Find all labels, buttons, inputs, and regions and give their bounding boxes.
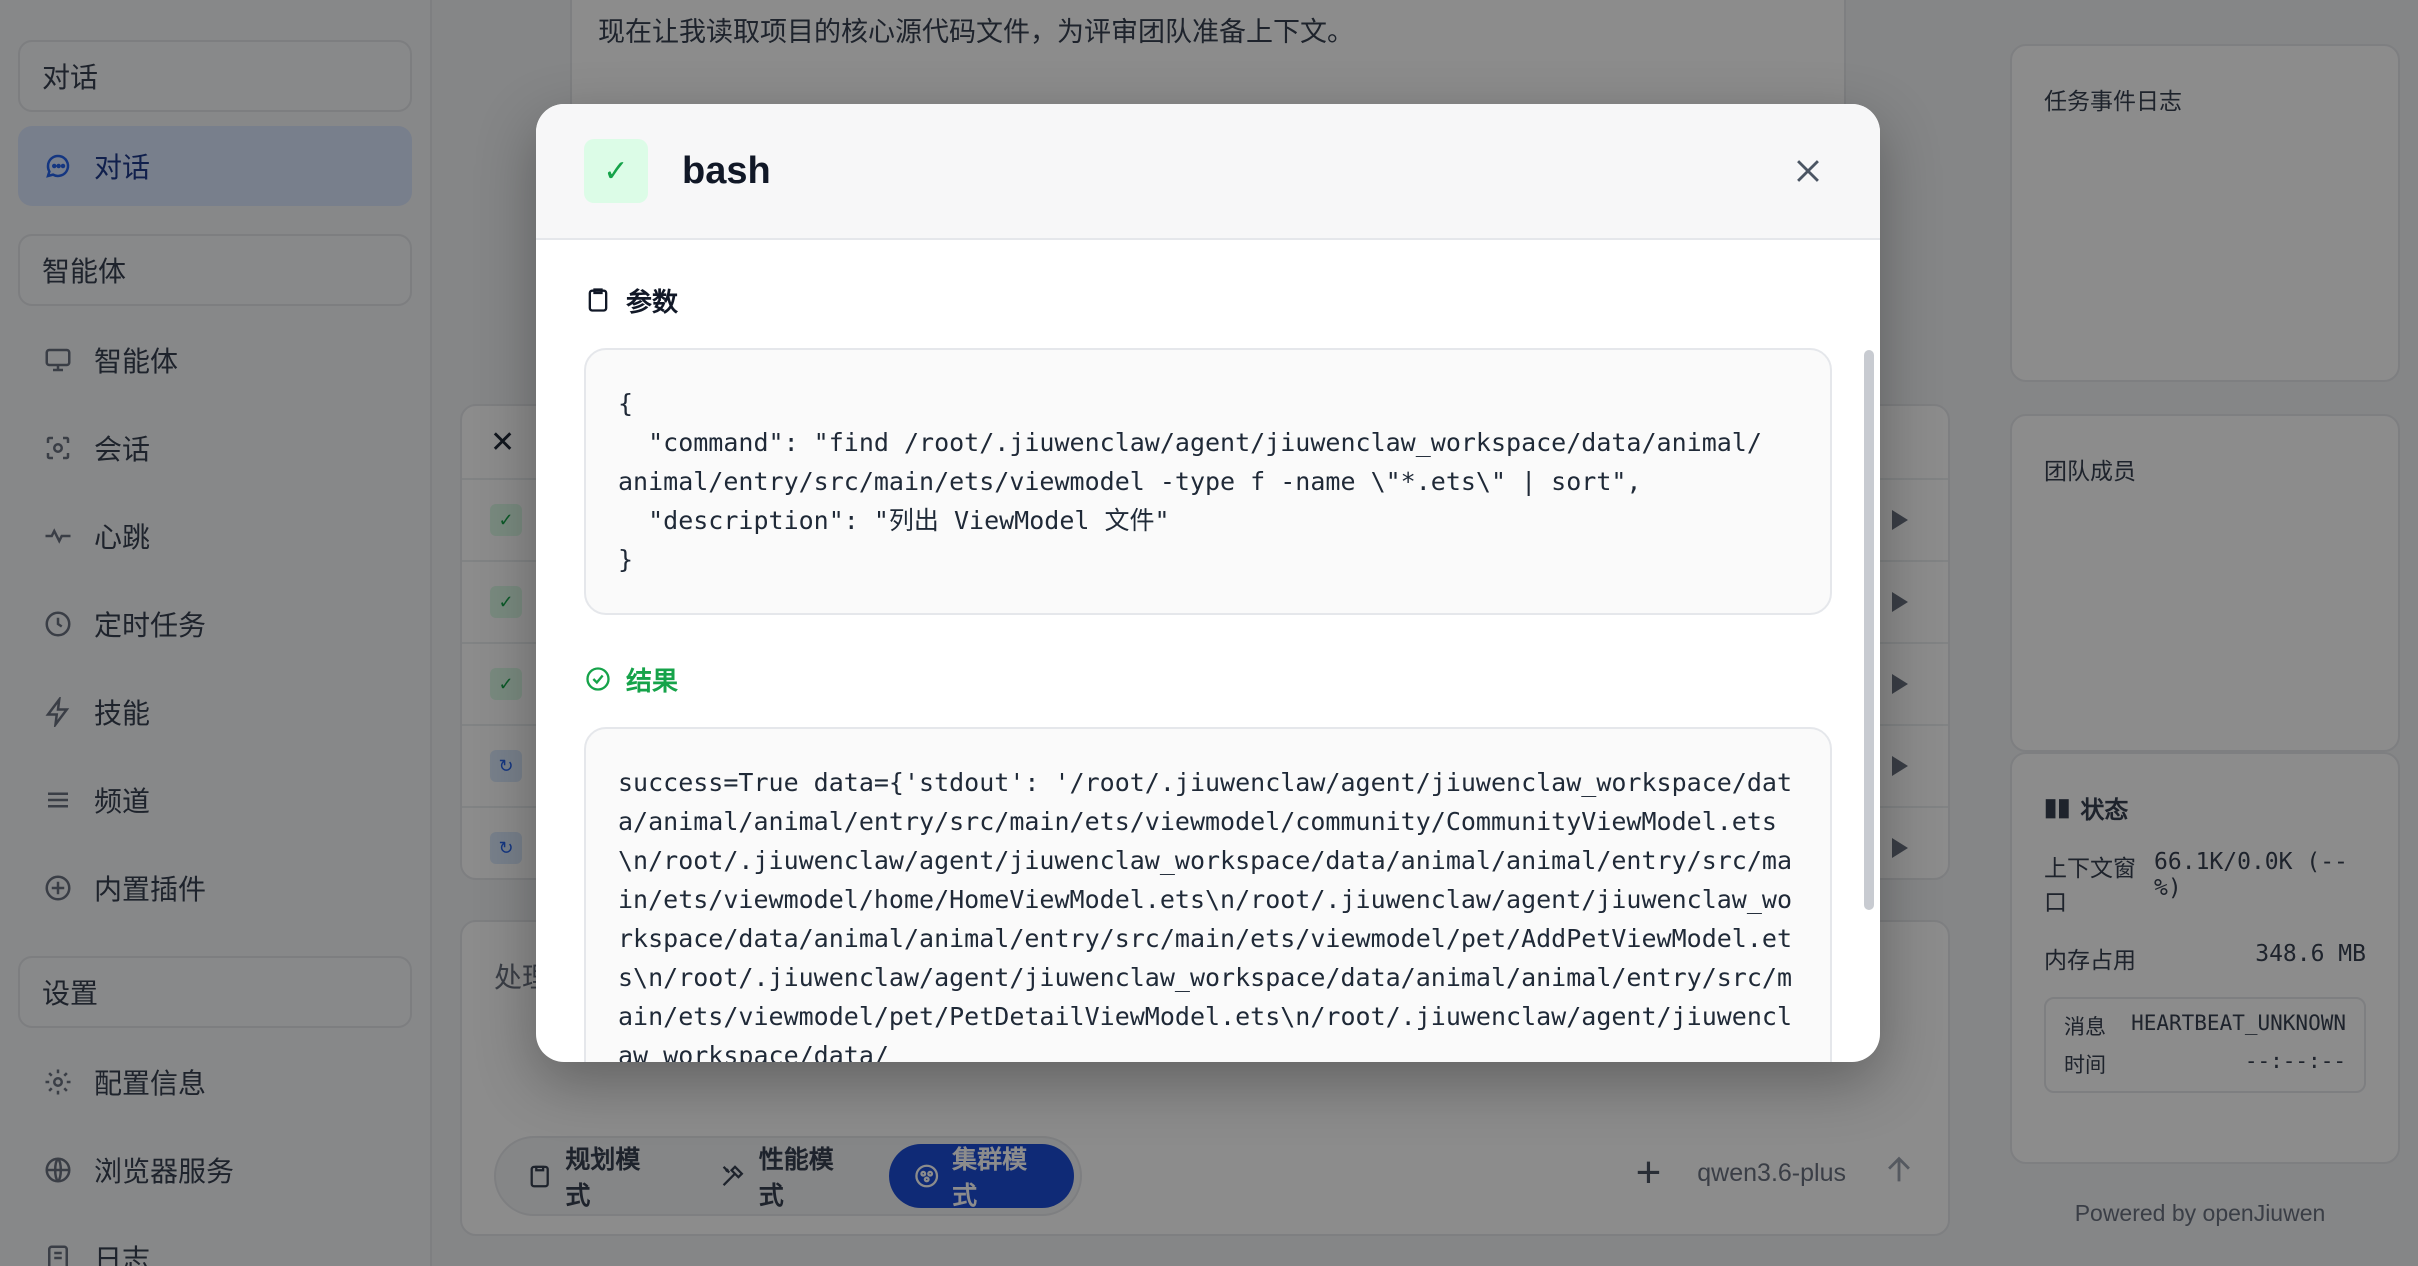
close-button[interactable] xyxy=(1784,147,1832,195)
close-icon xyxy=(1797,160,1819,182)
modal-scrollbar[interactable] xyxy=(1864,350,1874,910)
params-title: 参数 xyxy=(626,286,679,317)
params-code-block: { "command": "find /root/.jiuwenclaw/age… xyxy=(584,348,1832,615)
result-title: 结果 xyxy=(626,665,679,696)
tool-detail-modal: ✓ bash 参数 { "command": "find /root/.jiuw… xyxy=(536,104,1880,1062)
modal-title: bash xyxy=(682,149,771,192)
result-code-block: success=True data={'stdout': '/root/.jiu… xyxy=(584,727,1832,1062)
result-section-header: 结果 xyxy=(584,659,1832,699)
params-section-header: 参数 xyxy=(584,280,1832,320)
modal-header: ✓ bash xyxy=(536,104,1880,240)
check-circle-icon xyxy=(586,667,610,691)
success-check-icon: ✓ xyxy=(584,139,648,203)
clipboard-icon xyxy=(588,288,608,312)
modal-body: 参数 { "command": "find /root/.jiuwenclaw/… xyxy=(536,240,1880,1062)
